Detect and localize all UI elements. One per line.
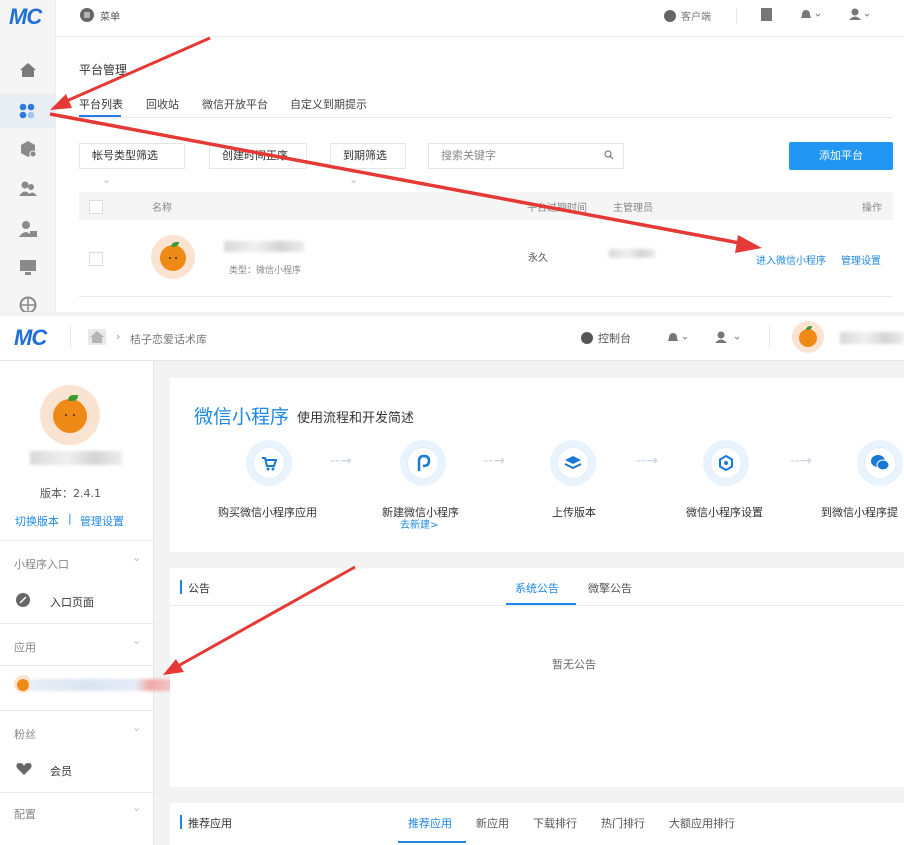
annotation-arrows [49, 36, 762, 675]
red-arrow-to-platform-icon [50, 36, 211, 110]
red-arrow-to-enter-link [49, 112, 762, 253]
red-arrow-to-app-item [163, 565, 356, 675]
